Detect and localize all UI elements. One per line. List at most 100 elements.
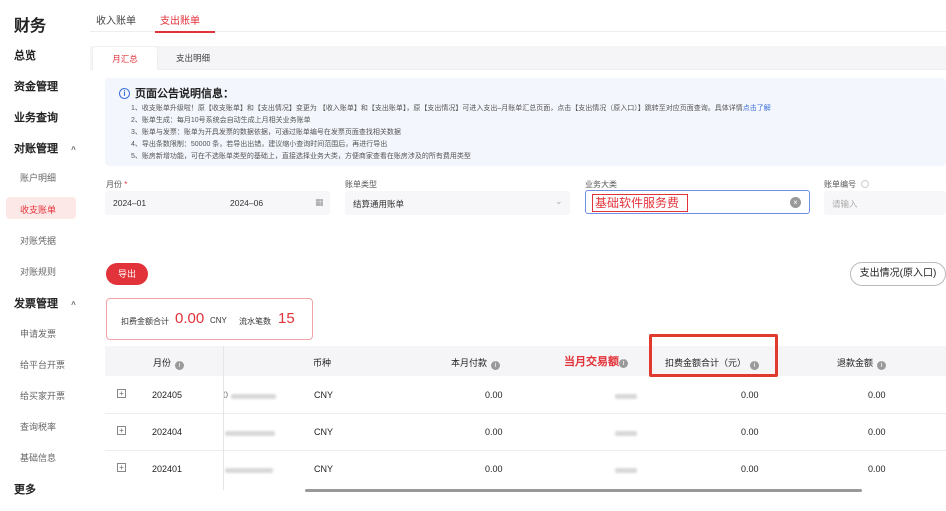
info-icon — [861, 180, 870, 188]
sidebar-item-tax-rate[interactable]: 查询税率 — [20, 420, 56, 433]
cell-deduct: 0.00 — [741, 427, 759, 437]
col-monthly-payment-text: 本月付款 — [451, 358, 488, 368]
cell-deduct: 0.00 — [741, 390, 759, 400]
bill-no-input[interactable]: 请输入 — [824, 191, 946, 215]
calendar-icon: ▦ — [315, 197, 324, 207]
cell-currency: CNY — [314, 390, 334, 400]
sidebar-item-business-query[interactable]: 业务查询 — [14, 109, 58, 125]
redacted-bar — [225, 468, 273, 473]
deduct-total-label: 扣费金额合计 — [121, 317, 169, 326]
month-end: 2024–06 — [230, 198, 264, 208]
biz-category-select[interactable]: 基础软件服务费 × — [585, 190, 810, 214]
count-label: 流水笔数 — [239, 317, 271, 326]
export-button[interactable]: 导出 — [106, 263, 148, 285]
sidebar-item-bills[interactable]: 收支账单 — [20, 203, 56, 216]
sidebar-item-invoice-buyer[interactable]: 给买家开票 — [20, 389, 65, 402]
sidebar-item-reconcile[interactable]: 对账管理 ^ — [14, 140, 76, 156]
sidebar-item-invoice-platform[interactable]: 给平台开票 — [20, 358, 65, 371]
legacy-entry-button[interactable]: 支出情况(原入口) — [850, 262, 946, 286]
deduct-total-value: 0.00 — [175, 310, 205, 327]
summary-box: 扣费金额合计 0.00 CNY 流水笔数 15 — [106, 298, 313, 340]
month-label-text: 月份 — [106, 180, 122, 189]
horizontal-scrollbar[interactable] — [305, 489, 862, 492]
tab-monthly-summary[interactable]: 月汇总 — [92, 46, 158, 70]
tab-income-bill[interactable]: 收入账单 — [96, 12, 136, 27]
notice-line: 3、账单与发票：账单为开具发票的数据依据，可通过账单编号在发票页面查找相关数据 — [131, 129, 401, 136]
cell-refund: 0.00 — [868, 427, 886, 437]
sidebar-item-account-detail[interactable]: 账户明细 — [20, 171, 56, 184]
month-label: 月份 * — [106, 179, 127, 190]
chevron-up-icon: ^ — [71, 300, 76, 309]
table-header: 月份 i 币种 本月付款 i i 扣费金额合计（元） i 退款金额 i — [105, 346, 946, 376]
info-icon: i — [619, 359, 628, 368]
cell-deduct: 0.00 — [741, 464, 759, 474]
cell-month: 202404 — [152, 427, 183, 437]
highlight-box — [649, 334, 778, 377]
sidebar-item-reconcile-proof[interactable]: 对账凭据 — [20, 234, 56, 247]
sidebar-item-apply-invoice[interactable]: 申请发票 — [20, 327, 56, 340]
cell-paid: 0.00 — [485, 390, 503, 400]
notice-title-text: 页面公告说明信息： — [135, 88, 234, 100]
table-row: + 202404 CNY 0.00 0.00 0.00 — [105, 414, 946, 451]
redacted-bar — [615, 394, 637, 399]
col-refund: 退款金额 i — [837, 356, 887, 370]
col-month: 月份 i — [153, 356, 185, 370]
redacted-bar — [615, 431, 637, 436]
bill-no-label: 账单编号 — [824, 179, 870, 190]
sidebar-item-label: 发票管理 — [14, 298, 58, 310]
notice-line: 5、账房新增功能，可在不选账单类型的基础上，直接选择业务大类，方便商家查看在账房… — [131, 153, 471, 160]
month-range-picker[interactable]: 2024–01 2024–06 ▦ — [105, 191, 330, 215]
required-mark: * — [124, 180, 128, 189]
sidebar-item-label: 对账管理 — [14, 143, 58, 155]
finance-page: 财务 总览 资金管理 业务查询 对账管理 ^ 账户明细 收支账单 对账凭据 对账… — [0, 0, 946, 511]
col-month-text: 月份 — [153, 358, 172, 368]
notice-line: 4、导出条数限制：50000 条，若导出出错，建议缩小查询时间范围后，再进行导出 — [131, 141, 388, 148]
table-row: + 202401 CNY 0.00 0.00 0.00 — [105, 451, 946, 488]
notice-title: i 页面公告说明信息： — [119, 85, 234, 101]
tab-expense-bill[interactable]: 支出账单 — [160, 12, 200, 27]
sidebar-item-funds[interactable]: 资金管理 — [14, 78, 58, 94]
bill-type-value: 结算通用账单 — [353, 199, 405, 209]
cell-paid: 0.00 — [485, 427, 503, 437]
notice-line: 2、账单生成：每月10号系统会自动生成上月相关业务账单 — [131, 117, 311, 124]
notice-line: 1、收支账单升级啦！原【收支账单】和【支出情况】变更为 【收入账单】和【支出账单… — [131, 103, 771, 113]
clear-icon[interactable]: × — [790, 197, 801, 208]
table-row: + 202405 0 CNY 0.00 0.00 0.00 — [105, 377, 946, 414]
cell-currency: CNY — [314, 464, 334, 474]
notice-line-text: 1、收支账单升级啦！原【收支账单】和【支出情况】变更为 【收入账单】和【支出账单… — [131, 105, 743, 112]
sidebar-item-more[interactable]: 更多 — [14, 481, 36, 497]
tab-expense-detail[interactable]: 支出明细 — [160, 46, 226, 70]
expand-icon[interactable]: + — [117, 463, 126, 472]
chevron-up-icon: ^ — [71, 145, 76, 154]
sidebar-title: 财务 — [14, 18, 47, 35]
sub-tabs: 月汇总 支出明细 — [90, 46, 946, 70]
learn-more-link[interactable]: 点击了解 — [743, 105, 771, 112]
biz-category-value: 基础软件服务费 — [592, 194, 688, 212]
currency-label: CNY — [210, 316, 227, 325]
sidebar-item-basic-info[interactable]: 基础信息 — [20, 451, 56, 464]
sidebar-item-reconcile-rules[interactable]: 对账规则 — [20, 265, 56, 278]
chevron-down-icon: ⌄ — [555, 196, 563, 206]
redacted-bar — [225, 431, 275, 436]
top-tabs: 收入账单 支出账单 — [90, 0, 946, 32]
col-currency: 币种 — [313, 358, 332, 368]
redacted-bar — [231, 394, 276, 399]
biz-category-label: 业务大类 — [585, 180, 617, 189]
expand-icon[interactable]: + — [117, 426, 126, 435]
info-icon: i — [877, 361, 887, 370]
expand-icon[interactable]: + — [117, 389, 126, 398]
column-divider — [223, 346, 224, 490]
bill-type-label: 账单类型 — [345, 180, 377, 189]
info-icon: i — [175, 361, 185, 370]
info-icon: i — [491, 361, 501, 370]
count-value: 15 — [278, 310, 295, 327]
cell-refund: 0.00 — [868, 390, 886, 400]
sidebar-item-invoice[interactable]: 发票管理 ^ — [14, 295, 76, 311]
sidebar: 财务 总览 资金管理 业务查询 对账管理 ^ 账户明细 收支账单 对账凭据 对账… — [0, 0, 90, 511]
sidebar-item-overview[interactable]: 总览 — [14, 47, 36, 63]
bill-type-select[interactable]: 结算通用账单 ⌄ — [345, 191, 570, 215]
active-tab-underline — [155, 31, 215, 33]
redacted-bar — [615, 468, 637, 473]
cell-paid: 0.00 — [485, 464, 503, 474]
bill-no-placeholder: 请输入 — [832, 199, 858, 209]
